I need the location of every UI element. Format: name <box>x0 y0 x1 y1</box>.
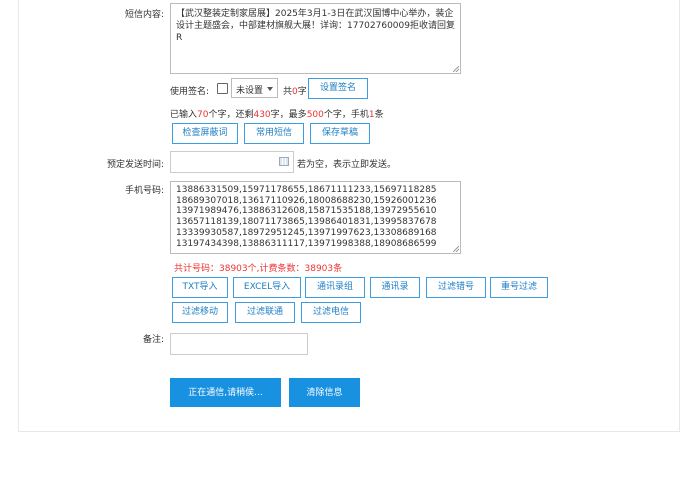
common-sms-button[interactable]: 常用短信 <box>244 123 304 144</box>
clear-button[interactable]: 清除信息 <box>289 378 360 407</box>
phones-textarea[interactable]: 13886331509,15971178655,18671111233,1569… <box>170 181 461 254</box>
sending-button[interactable]: 正在通信,请稍侯... <box>170 378 281 407</box>
remark-input[interactable] <box>170 333 308 355</box>
signature-count-prefix: 共 <box>283 87 293 97</box>
signature-label: 使用签名: <box>170 87 210 97</box>
schedule-input[interactable] <box>170 151 294 173</box>
stats-text-4: 个字，手机 <box>323 110 369 120</box>
save-draft-button[interactable]: 保存草稿 <box>310 123 370 144</box>
chevron-down-icon <box>267 87 273 91</box>
sms-content-textarea[interactable]: 【武汉整装定制家居展】2025年3月1-3日在武汉国博中心举办，装企设计主题盛会… <box>170 3 461 74</box>
phones-label: 手机号码: <box>124 186 164 196</box>
char-stats: 已输入70个字，还剩430字，最多500个字，手机1条 <box>170 107 384 120</box>
schedule-hint: 若为空，表示立即发送。 <box>297 160 397 170</box>
remark-label: 备注: <box>142 335 164 345</box>
dedupe-button[interactable]: 重号过滤 <box>490 277 548 298</box>
calendar-icon[interactable] <box>279 157 289 166</box>
set-signature-button[interactable]: 设置签名 <box>308 78 368 99</box>
contacts-button[interactable]: 通讯录 <box>370 277 420 298</box>
resize-handle-icon[interactable] <box>453 66 459 72</box>
filter-telecom-button[interactable]: 过滤电信 <box>301 302 361 323</box>
phones-summary: 共计号码：38903个,计费条数：38903条 <box>174 264 343 274</box>
excel-import-button[interactable]: EXCEL导入 <box>233 277 301 298</box>
filter-unicom-button[interactable]: 过滤联通 <box>235 302 295 323</box>
signature-count-suffix: 字 <box>297 87 307 97</box>
signature-select-value: 未设置 <box>236 86 264 96</box>
check-blocked-words-button[interactable]: 检查屏蔽词 <box>172 123 238 144</box>
stats-text-3: 字，最多 <box>270 110 307 120</box>
signature-checkbox[interactable] <box>217 83 228 94</box>
sms-content-label: 短信内容: <box>124 10 164 20</box>
stats-text-2: 个字，还剩 <box>208 110 254 120</box>
stats-entered: 70 <box>197 110 209 120</box>
filter-invalid-button[interactable]: 过滤错号 <box>426 277 486 298</box>
stats-remaining: 430 <box>253 110 271 120</box>
resize-handle-icon[interactable] <box>453 246 459 252</box>
signature-select[interactable]: 未设置 <box>231 78 278 98</box>
stats-text-1: 已输入 <box>170 110 198 120</box>
stats-max: 500 <box>306 110 324 120</box>
contact-group-button[interactable]: 通讯录组 <box>305 277 365 298</box>
signature-count: 共0字 <box>283 84 307 97</box>
filter-mobile-button[interactable]: 过滤移动 <box>172 302 228 323</box>
schedule-label: 预定发送时间: <box>106 160 164 170</box>
stats-text-5: 条 <box>374 110 384 120</box>
txt-import-button[interactable]: TXT导入 <box>172 277 228 298</box>
